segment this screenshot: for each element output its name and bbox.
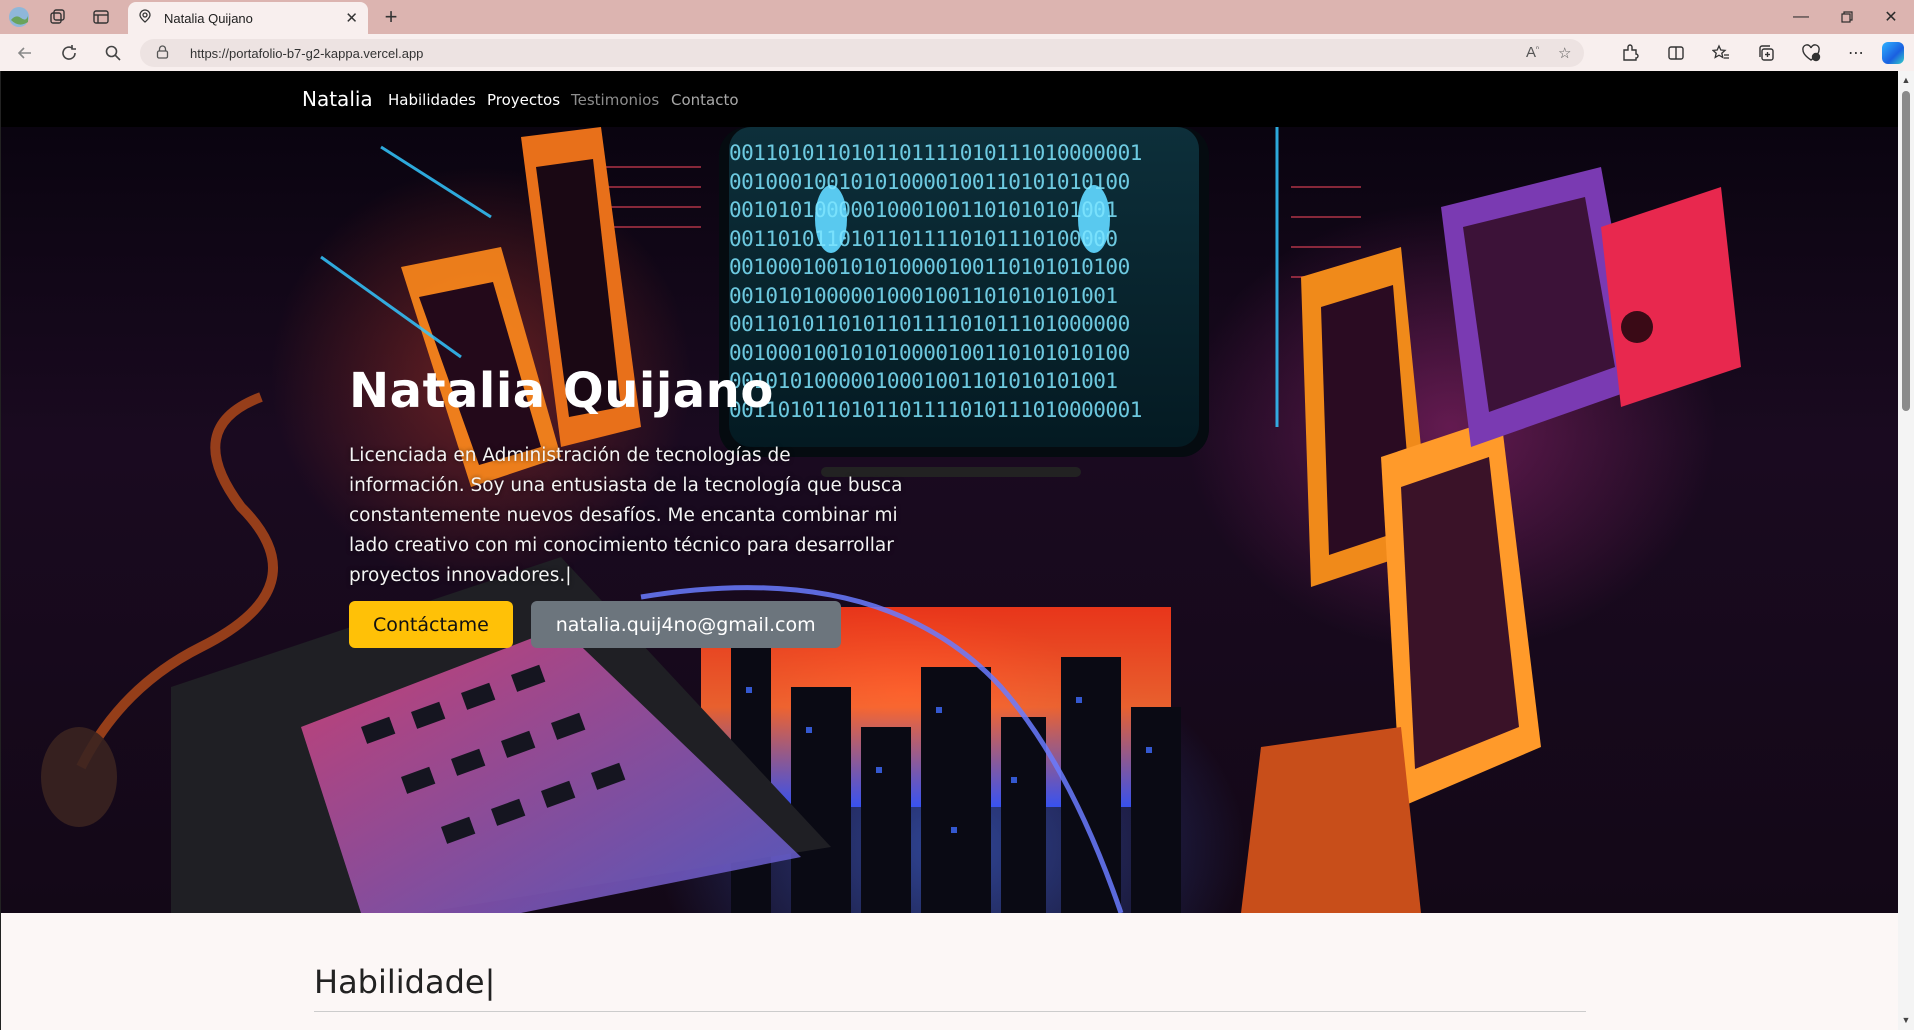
nav-link-proyectos[interactable]: Proyectos <box>487 91 560 109</box>
scroll-up-icon[interactable]: ▲ <box>1901 75 1911 85</box>
binary-row: 0011010110101101111010111010000001 <box>729 141 1142 165</box>
binary-row: 001101011010110111101011101000000 <box>729 312 1130 336</box>
hero-description: Licenciada en Administración de tecnolog… <box>349 445 903 586</box>
binary-row: 001000100101010000100110101010100 <box>729 255 1130 279</box>
page-scrollbar[interactable]: ▲ ▼ <box>1898 71 1914 1030</box>
nav-brand[interactable]: Natalia <box>302 87 373 111</box>
nav-link-contacto[interactable]: Contacto <box>671 91 739 109</box>
skills-title: Habilidade| <box>314 963 496 1001</box>
browser-essentials-icon[interactable] <box>1798 40 1824 66</box>
section-divider <box>314 1011 1586 1012</box>
url-text[interactable]: https://portafolio-b7-g2-kappa.vercel.ap… <box>190 46 423 61</box>
email-button[interactable]: natalia.quij4no@gmail.com <box>530 601 841 648</box>
skills-section: Habilidade| <box>1 913 1898 1030</box>
tab-actions-icon[interactable] <box>90 6 112 28</box>
extensions-icon[interactable] <box>1617 40 1643 66</box>
restore-icon[interactable] <box>1824 4 1870 30</box>
browser-tab-bar: Natalia Quijano ✕ + — ✕ <box>0 0 1914 34</box>
close-icon[interactable]: ✕ <box>345 9 358 27</box>
hero-title: Natalia Quijano <box>349 363 774 419</box>
page-viewport: Natalia Habilidades Proyectos Testimonio… <box>0 71 1898 1030</box>
hero-content: Natalia Quijano Licenciada en Administra… <box>349 363 909 648</box>
scrollbar-thumb[interactable] <box>1902 91 1910 411</box>
read-aloud-icon[interactable]: Aⁿ <box>1526 44 1539 61</box>
new-tab-button[interactable]: + <box>378 4 404 30</box>
hero-button-row: Contáctame natalia.quij4no@gmail.com <box>349 601 909 648</box>
more-icon[interactable]: ⋯ <box>1843 40 1869 66</box>
minimize-icon[interactable]: — <box>1778 4 1824 30</box>
binary-row: 00110101101011011110101110100000 <box>729 226 1118 251</box>
hero-section: 0011010110101101111010111010000001 00100… <box>1 127 1898 913</box>
favorite-star-icon[interactable]: ☆ <box>1558 44 1571 62</box>
site-navbar: Natalia Habilidades Proyectos Testimonio… <box>1 71 1898 127</box>
binary-row: 00101010000010001001101010101001 <box>729 198 1118 222</box>
globe-icon <box>138 8 152 28</box>
profile-icon[interactable] <box>8 6 30 28</box>
address-toolbar: https://portafolio-b7-g2-kappa.vercel.ap… <box>0 34 1914 71</box>
collections-icon[interactable] <box>1753 40 1779 66</box>
binary-row: 00101010000010001001101010101001 <box>729 283 1118 308</box>
favorites-icon[interactable] <box>1708 40 1734 66</box>
scroll-down-icon[interactable]: ▼ <box>1901 1015 1911 1025</box>
contact-me-button[interactable]: Contáctame <box>349 601 513 648</box>
nav-link-habilidades[interactable]: Habilidades <box>388 91 476 109</box>
address-bar[interactable]: https://portafolio-b7-g2-kappa.vercel.ap… <box>140 39 1584 67</box>
refresh-icon[interactable] <box>56 40 82 66</box>
split-screen-icon[interactable] <box>1663 40 1689 66</box>
window-close-icon[interactable]: ✕ <box>1868 4 1914 30</box>
nav-link-testimonios[interactable]: Testimonios <box>571 91 659 109</box>
lock-icon[interactable] <box>156 44 178 62</box>
active-tab[interactable]: Natalia Quijano ✕ <box>128 2 368 34</box>
workspaces-icon[interactable] <box>47 6 69 28</box>
copilot-icon[interactable] <box>1882 42 1904 64</box>
binary-row: 001000100101010000100110101010100 <box>729 169 1130 194</box>
search-icon[interactable] <box>100 40 126 66</box>
tab-title: Natalia Quijano <box>164 10 253 26</box>
back-icon[interactable] <box>12 40 38 66</box>
